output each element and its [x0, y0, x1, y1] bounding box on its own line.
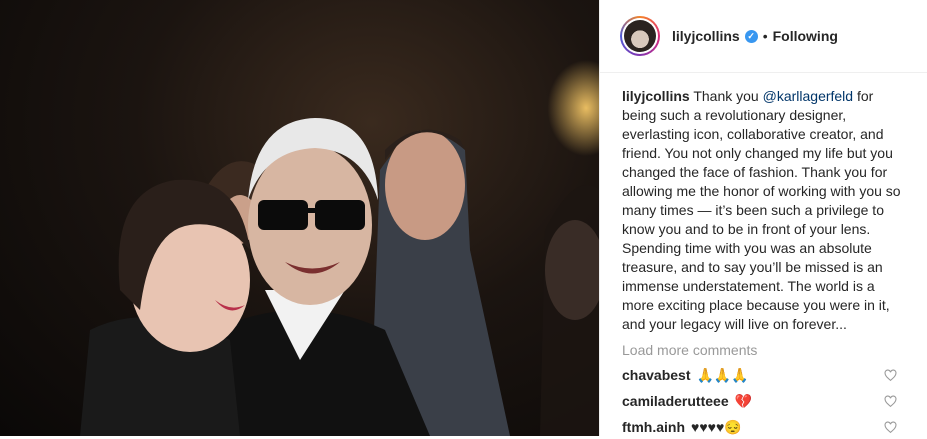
- comment-row: camiladerutteee 💔: [622, 390, 907, 413]
- avatar[interactable]: [620, 16, 660, 56]
- comment-text: ♥♥♥♥😔: [691, 419, 742, 435]
- load-more-comments-button[interactable]: Load more comments: [622, 342, 907, 358]
- comment-text: 🙏🙏🙏: [696, 367, 749, 383]
- like-heart-icon[interactable]: [884, 421, 897, 434]
- comment-username[interactable]: camiladerutteee: [622, 393, 729, 409]
- comment-row: chavabest 🙏🙏🙏: [622, 364, 907, 387]
- verified-check-icon: ✓: [744, 29, 758, 43]
- header-username[interactable]: lilyjcollins: [672, 28, 740, 44]
- post-header: lilyjcollins ✓ • Following: [600, 0, 927, 73]
- post-side-panel: lilyjcollins ✓ • Following lilyjcollins …: [599, 0, 927, 436]
- comment-text: 💔: [734, 393, 753, 409]
- following-button[interactable]: Following: [773, 28, 838, 44]
- comment-username[interactable]: chavabest: [622, 367, 690, 383]
- comment-username[interactable]: ftmh.ainh: [622, 419, 685, 435]
- post-caption: lilyjcollins Thank you @karllagerfeld fo…: [622, 87, 907, 334]
- caption-mention[interactable]: @karllagerfeld: [763, 88, 853, 104]
- post-photo[interactable]: [0, 0, 599, 436]
- like-heart-icon[interactable]: [884, 369, 897, 382]
- caption-username[interactable]: lilyjcollins: [622, 88, 690, 104]
- caption-text-start: Thank you: [693, 88, 763, 104]
- header-separator: •: [762, 28, 768, 44]
- photo-illustration: [80, 60, 599, 436]
- comments-area: lilyjcollins Thank you @karllagerfeld fo…: [600, 73, 927, 439]
- like-heart-icon[interactable]: [884, 395, 897, 408]
- caption-text-rest: for being such a revolutionary designer,…: [622, 88, 901, 332]
